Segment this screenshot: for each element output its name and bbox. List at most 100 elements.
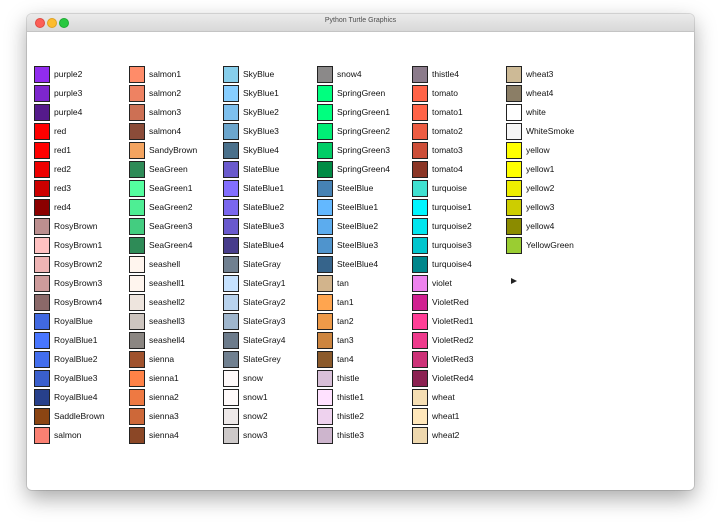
color-name-label: purple3 <box>54 88 83 98</box>
color-name-label: snow1 <box>243 392 268 402</box>
color-name-label: SteelBlue3 <box>337 240 379 250</box>
color-name-label: tan2 <box>337 316 354 326</box>
color-name-label: snow <box>243 373 263 383</box>
color-swatch <box>412 218 428 235</box>
color-swatch <box>317 351 333 368</box>
color-swatch <box>317 85 333 102</box>
color-swatch <box>223 389 239 406</box>
color-swatch <box>34 104 50 121</box>
color-name-label: red <box>54 126 67 136</box>
color-name-label: RosyBrown2 <box>54 259 103 269</box>
color-name-label: RoyalBlue3 <box>54 373 98 383</box>
color-swatch <box>34 332 50 349</box>
color-name-label: turquoise4 <box>432 259 472 269</box>
color-name-label: SeaGreen2 <box>149 202 193 212</box>
color-swatch <box>506 218 522 235</box>
color-swatch <box>412 199 428 216</box>
color-name-label: snow2 <box>243 411 268 421</box>
color-swatch <box>506 180 522 197</box>
color-name-label: VioletRed1 <box>432 316 474 326</box>
color-name-label: thistle4 <box>432 69 459 79</box>
color-swatch <box>129 142 145 159</box>
color-swatch <box>129 389 145 406</box>
color-name-label: thistle3 <box>337 430 364 440</box>
color-name-label: seashell1 <box>149 278 185 288</box>
color-name-label: violet <box>432 278 452 288</box>
color-name-label: SlateBlue1 <box>243 183 285 193</box>
color-name-label: SpringGreen <box>337 88 386 98</box>
color-name-label: SeaGreen3 <box>149 221 193 231</box>
color-name-label: sienna3 <box>149 411 179 421</box>
color-name-label: sienna1 <box>149 373 179 383</box>
color-swatch <box>317 123 333 140</box>
color-name-label: RosyBrown3 <box>54 278 103 288</box>
color-name-label: yellow1 <box>526 164 555 174</box>
color-swatch <box>317 218 333 235</box>
color-swatch <box>317 256 333 273</box>
color-swatch <box>412 294 428 311</box>
color-name-label: YellowGreen <box>526 240 574 250</box>
color-swatch <box>129 237 145 254</box>
color-name-label: VioletRed2 <box>432 335 474 345</box>
title-bar[interactable]: Python Turtle Graphics <box>27 14 694 32</box>
color-swatch <box>412 389 428 406</box>
color-swatch <box>223 408 239 425</box>
color-swatch <box>317 408 333 425</box>
color-name-label: tan3 <box>337 335 354 345</box>
color-swatch <box>34 123 50 140</box>
color-name-label: RosyBrown <box>54 221 98 231</box>
color-name-label: SteelBlue1 <box>337 202 379 212</box>
color-swatch <box>223 142 239 159</box>
color-name-label: turquoise <box>432 183 467 193</box>
color-name-label: tomato4 <box>432 164 463 174</box>
color-swatch <box>129 218 145 235</box>
color-name-label: sienna <box>149 354 175 364</box>
color-name-label: seashell3 <box>149 316 185 326</box>
color-name-label: SlateGray3 <box>243 316 286 326</box>
color-name-label: RoyalBlue <box>54 316 93 326</box>
color-name-label: seashell <box>149 259 181 269</box>
color-name-label: wheat2 <box>432 430 460 440</box>
color-name-label: SteelBlue4 <box>337 259 379 269</box>
color-swatch <box>34 427 50 444</box>
color-name-label: wheat1 <box>432 411 460 421</box>
color-name-label: red3 <box>54 183 72 193</box>
color-name-label: VioletRed4 <box>432 373 474 383</box>
turtle-canvas[interactable]: purple2 purple3 purple4 red red1 red2 red3 red4… <box>27 32 694 490</box>
color-name-label: turquoise2 <box>432 221 472 231</box>
color-name-label: RosyBrown4 <box>54 297 103 307</box>
color-name-label: tomato2 <box>432 126 463 136</box>
color-name-label: SkyBlue3 <box>243 126 279 136</box>
color-swatch <box>223 104 239 121</box>
color-name-label: SlateGray2 <box>243 297 286 307</box>
color-swatch <box>223 332 239 349</box>
color-name-label: SeaGreen1 <box>149 183 193 193</box>
color-name-label: wheat4 <box>526 88 554 98</box>
color-name-label: white <box>526 107 546 117</box>
color-name-label: yellow4 <box>526 221 555 231</box>
color-swatch <box>412 66 428 83</box>
color-name-label: SteelBlue2 <box>337 221 379 231</box>
color-name-label: SpringGreen3 <box>337 145 390 155</box>
color-name-label: SlateBlue <box>243 164 280 174</box>
color-swatch <box>34 294 50 311</box>
color-swatch <box>34 370 50 387</box>
color-name-label: SpringGreen2 <box>337 126 390 136</box>
color-swatch <box>34 142 50 159</box>
color-name-label: WhiteSmoke <box>526 126 575 136</box>
color-swatch <box>223 66 239 83</box>
color-swatch <box>223 275 239 292</box>
color-name-label: SeaGreen4 <box>149 240 193 250</box>
color-swatch <box>317 142 333 159</box>
color-swatch <box>129 256 145 273</box>
color-swatch <box>223 370 239 387</box>
color-swatch <box>317 237 333 254</box>
color-name-label: VioletRed <box>432 297 469 307</box>
color-name-label: SlateGray1 <box>243 278 286 288</box>
color-swatch <box>223 294 239 311</box>
color-swatch <box>317 66 333 83</box>
color-name-label: RoyalBlue4 <box>54 392 98 402</box>
color-swatch <box>223 256 239 273</box>
color-name-label: seashell4 <box>149 335 185 345</box>
color-swatch <box>223 85 239 102</box>
